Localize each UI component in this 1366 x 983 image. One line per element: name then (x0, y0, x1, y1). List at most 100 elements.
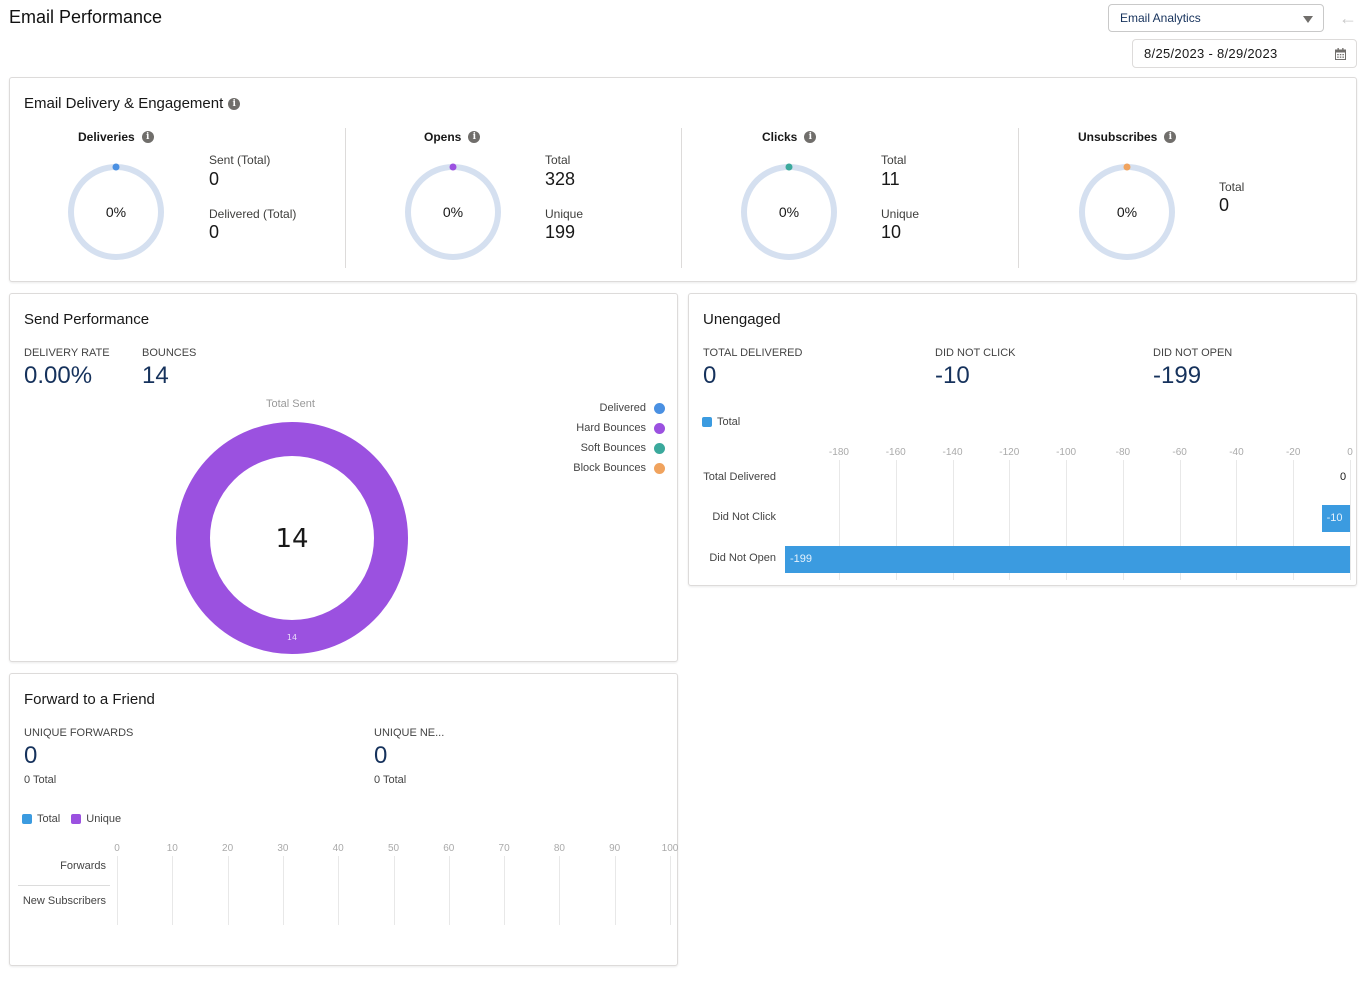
back-button[interactable]: ← (1336, 6, 1360, 30)
bounces-value: 14 (142, 362, 169, 389)
legend-item-hard-bounces[interactable]: Hard Bounces (576, 422, 665, 434)
chevron-down-icon (1303, 16, 1313, 23)
gridline (393, 856, 395, 925)
metric-unsubscribes: Unsubscribes i 0% Total 0 (1019, 128, 1355, 268)
donut-data-label: 14 (287, 633, 297, 642)
stat-value: 0 (1219, 195, 1230, 215)
axis-tick-label: -20 (1285, 447, 1301, 458)
forward-card: Forward to a Friend UNIQUE FORWARDS 0 0 … (9, 673, 678, 966)
category-label: New Subscribers (22, 895, 106, 907)
legend-square-icon (702, 417, 712, 427)
stat-label: Sent (Total) (209, 153, 271, 167)
gridline (117, 856, 118, 925)
stat-label: Unique (545, 207, 584, 221)
app-select-dropdown[interactable]: Email Analytics (1108, 4, 1324, 32)
delivery-rate-value: 0.00% (24, 362, 93, 389)
metric-deliveries: Deliveries i 0% Sent (Total) 0 Delivered… (10, 128, 346, 268)
metric-name: Clicks (762, 130, 798, 144)
legend-label: Total (37, 813, 61, 825)
stat-value: 199 (545, 222, 576, 242)
stat-label: Total (881, 153, 907, 167)
stat-label: Delivered (Total) (209, 207, 297, 221)
axis-tick-label: 50 (387, 843, 400, 854)
bar-value-label: -199 (790, 553, 813, 565)
axis-tick-label: -120 (999, 447, 1020, 458)
total-sent-donut-chart: 14 14 (176, 422, 408, 654)
unengaged-card: Unengaged TOTAL DELIVERED 0 DID NOT CLIC… (688, 293, 1357, 586)
metric-heading: Deliveries i (78, 130, 154, 144)
ring-percent: 0% (778, 204, 800, 220)
axis-tick-label: 70 (498, 843, 510, 854)
metric-heading: Unsubscribes i (1078, 130, 1177, 144)
info-icon[interactable]: i (1164, 131, 1177, 143)
legend-item-block-bounces[interactable]: Block Bounces (573, 462, 665, 474)
metric-opens: Opens i 0% Total 328 Unique 199 (346, 128, 682, 268)
info-icon[interactable]: i (804, 131, 817, 143)
info-icon[interactable]: i (141, 131, 154, 143)
axis-tick-label: -60 (1172, 447, 1187, 458)
category-label: Total Delivered (703, 471, 776, 483)
forward-title: Forward to a Friend (24, 691, 155, 708)
gridline (1350, 460, 1351, 580)
ring-percent: 0% (442, 204, 464, 220)
bounces-label: BOUNCES (142, 347, 197, 359)
metric-name: Deliveries (78, 130, 135, 144)
kpi-label: DID NOT CLICK (935, 347, 1016, 359)
legend-label: Soft Bounces (580, 442, 646, 454)
kpi-label: TOTAL DELIVERED (703, 347, 803, 359)
send-performance-card: Send Performance DELIVERY RATE 0.00% BOU… (9, 293, 678, 662)
metric-heading: Opens i (424, 130, 481, 144)
unengaged-title: Unengaged (703, 311, 781, 328)
stat-value: 328 (545, 169, 576, 189)
date-range-picker[interactable]: 8/25/2023 - 8/29/2023 (1132, 39, 1357, 68)
forward-bar-chart: 0 10 20 30 40 50 60 70 80 90 100 Forwards New Subscr… (10, 839, 679, 939)
legend-item-total[interactable]: Total (702, 416, 740, 428)
stat-label: Total (545, 153, 571, 167)
stat-label: Total (1219, 180, 1245, 194)
legend-item-total[interactable]: Total (22, 813, 60, 825)
legend-item-unique[interactable]: Unique (71, 813, 121, 825)
info-icon[interactable]: i (468, 131, 481, 143)
info-icon[interactable]: i (228, 97, 241, 110)
axis-tick-label: -160 (885, 447, 906, 458)
legend-square-icon (71, 814, 82, 824)
legend-dot-icon (654, 462, 665, 474)
engagement-card: Email Delivery & Engagement i Deliveries… (9, 77, 1357, 282)
legend-item-delivered[interactable]: Delivered (600, 402, 665, 414)
axis-tick-label: -40 (1229, 447, 1244, 458)
axis-tick-label: -180 (828, 447, 849, 458)
category-label: Did Not Open (709, 552, 776, 564)
stat-label: Unique (881, 207, 920, 221)
unengaged-bar-chart: -180 -160 -140 -120 -100 -80 -60 -40 -20 0 Total D… (689, 444, 1358, 584)
axis-tick-label: 80 (553, 843, 565, 854)
legend-square-icon (22, 814, 32, 824)
calendar-icon[interactable] (1335, 48, 1346, 60)
app-select-value: Email Analytics (1120, 11, 1201, 25)
kpi-label: DID NOT OPEN (1153, 347, 1233, 359)
stat-value: 10 (881, 222, 902, 242)
engagement-title: Email Delivery & Engagement i (24, 95, 241, 112)
forward-legend: Total Unique (22, 813, 121, 825)
bar-value-label: -10 (1326, 512, 1343, 524)
page-title: Email Performance (9, 7, 163, 27)
gridline (504, 856, 506, 925)
kpi-value: 0 (374, 742, 388, 769)
legend-dot-icon (654, 442, 665, 454)
legend-label: Block Bounces (573, 462, 646, 474)
donut-caption: Total Sent (266, 398, 315, 410)
gridline (172, 856, 174, 925)
send-performance-title: Send Performance (24, 311, 150, 328)
stat-value: 0 (209, 169, 220, 189)
bar[interactable]: -199 (785, 546, 1350, 573)
axis-tick-label: 30 (277, 843, 289, 854)
gridline (282, 856, 284, 925)
legend-label: Hard Bounces (576, 422, 646, 434)
arrow-left-icon: ← (1339, 8, 1357, 28)
kpi-value: -199 (1153, 362, 1202, 389)
ring-percent: 0% (105, 204, 127, 220)
gridline (227, 856, 229, 925)
legend-item-soft-bounces[interactable]: Soft Bounces (581, 442, 665, 454)
kpi-sub: 0 Total (24, 774, 57, 786)
stat-value: 0 (209, 222, 220, 242)
bar[interactable]: -10 (1321, 505, 1350, 532)
